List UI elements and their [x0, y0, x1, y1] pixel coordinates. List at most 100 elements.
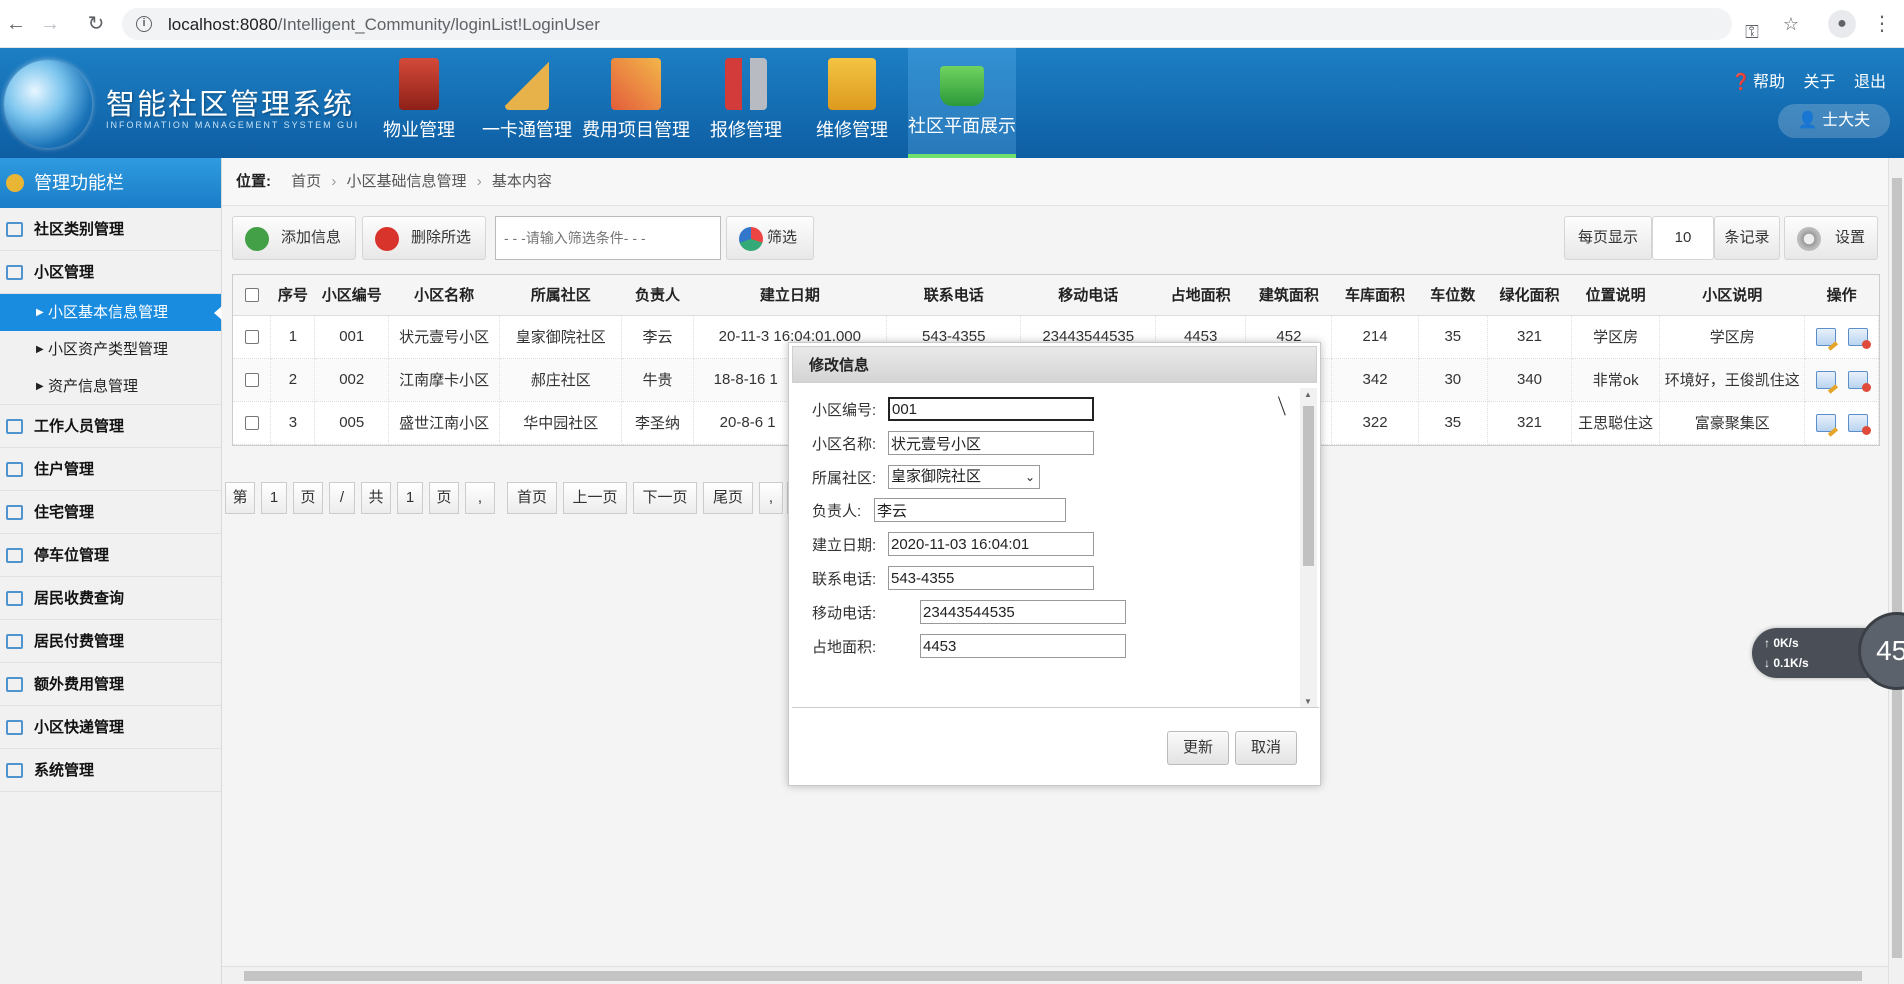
about-link[interactable]: 关于: [1804, 74, 1836, 91]
scrollbar-thumb[interactable]: [1892, 178, 1902, 958]
add-button[interactable]: 添加信息: [232, 216, 356, 260]
estate-name-input[interactable]: [888, 431, 1094, 455]
per-page-input[interactable]: 10: [1652, 216, 1714, 260]
key-icon[interactable]: ⚿: [1740, 20, 1764, 44]
nav-card[interactable]: 一卡通管理: [480, 48, 574, 158]
nav-community-plan[interactable]: 社区平面展示: [908, 48, 1016, 158]
url-path: /Intelligent_Community/loginList!LoginUs…: [277, 15, 600, 34]
site-info-icon[interactable]: i: [136, 16, 152, 32]
community-select[interactable]: 皇家御院社区 ⌄: [888, 465, 1040, 489]
row-checkbox[interactable]: [244, 373, 259, 388]
forward-icon[interactable]: →: [36, 10, 64, 38]
delete-selected-button[interactable]: 删除所选: [362, 216, 486, 260]
pager-text: 第: [225, 482, 255, 514]
nav-fee-items[interactable]: 费用项目管理: [580, 48, 692, 158]
breadcrumb-home[interactable]: 首页: [291, 173, 321, 190]
sidebar-item-extra-fees[interactable]: 额外费用管理: [0, 663, 221, 706]
filter-input[interactable]: [495, 216, 721, 260]
row-checkbox[interactable]: [244, 330, 259, 345]
filter-button[interactable]: 筛选: [726, 216, 814, 260]
nav-property[interactable]: 物业管理: [378, 48, 460, 158]
reload-icon[interactable]: ↻: [82, 10, 110, 38]
records-label: 条记录: [1714, 216, 1780, 260]
sidebar-item-label: 系统管理: [34, 762, 95, 779]
sidebar-item-parking[interactable]: 停车位管理: [0, 534, 221, 577]
settings-button[interactable]: 设置: [1784, 216, 1878, 260]
sidebar-item-staff[interactable]: 工作人员管理: [0, 405, 221, 448]
scroll-up-icon[interactable]: ▲: [1304, 390, 1312, 399]
table-cell: 王思聪住这: [1571, 401, 1661, 445]
user-badge[interactable]: 👤 士大夫: [1778, 104, 1890, 138]
cancel-button[interactable]: 取消: [1235, 731, 1297, 765]
table-cell: 皇家御院社区: [499, 315, 623, 359]
select-all-checkbox[interactable]: [244, 288, 259, 303]
list-icon: [6, 222, 23, 237]
phone-input[interactable]: [888, 566, 1094, 590]
edit-icon[interactable]: [1815, 327, 1836, 346]
profile-avatar-icon[interactable]: ●: [1828, 10, 1856, 38]
row-select-cell: [233, 401, 272, 445]
sidebar-item-fee-query[interactable]: 居民收费查询: [0, 577, 221, 620]
sidebar-item-label: 居民付费管理: [34, 633, 125, 650]
col-header: 绿化面积: [1487, 275, 1572, 316]
row-actions: [1804, 358, 1879, 402]
dialog-scrollbar[interactable]: ▲ ▼: [1300, 388, 1317, 707]
sidebar-item-community-category[interactable]: 社区类别管理: [0, 208, 221, 251]
download-speed-value: 0.1K/s: [1773, 656, 1809, 670]
land-area-input[interactable]: [920, 634, 1126, 658]
sidebar-item-express[interactable]: 小区快递管理: [0, 706, 221, 749]
pager-next-button[interactable]: 下一页: [633, 482, 697, 514]
breadcrumb-section[interactable]: 小区基础信息管理: [347, 173, 467, 190]
edit-icon[interactable]: [1815, 370, 1836, 389]
address-bar[interactable]: i localhost:8080/Intelligent_Community/l…: [122, 8, 1759, 42]
nav-maintenance[interactable]: 维修管理: [812, 48, 892, 158]
col-header: 操作: [1804, 275, 1879, 316]
sidebar-title-label: 管理功能栏: [34, 173, 124, 193]
sidebar-item-payment[interactable]: 居民付费管理: [0, 620, 221, 663]
plus-circle-icon: [245, 227, 269, 251]
row-checkbox[interactable]: [244, 416, 259, 431]
col-header: 建筑面积: [1245, 275, 1332, 316]
nav-repair-report[interactable]: 报修管理: [706, 48, 786, 158]
pager-text: ,: [465, 482, 495, 514]
mobile-input[interactable]: [920, 600, 1126, 624]
sidebar-item-estate-management[interactable]: 小区管理: [0, 251, 221, 294]
book-icon: [399, 58, 439, 110]
update-button[interactable]: 更新: [1167, 731, 1229, 765]
sidebar-item-residents[interactable]: 住户管理: [0, 448, 221, 491]
bookmark-star-icon[interactable]: ☆: [1779, 12, 1803, 36]
calendar-icon: [6, 548, 23, 563]
dialog-title[interactable]: 修改信息: [792, 346, 1317, 383]
table-header-row: 序号 小区编号 小区名称 所属社区 负责人 建立日期 联系电话 移动电话 占地面…: [233, 275, 1879, 316]
pager-first-button[interactable]: 首页: [507, 482, 557, 514]
logout-link[interactable]: 退出: [1854, 74, 1886, 91]
pager-last-button[interactable]: 尾页: [703, 482, 753, 514]
col-header: 联系电话: [886, 275, 1021, 316]
sidebar-subitem-asset-info[interactable]: ▶ 资产信息管理: [0, 368, 221, 405]
nav-label: 报修管理: [710, 120, 782, 140]
established-date-input[interactable]: [888, 532, 1094, 556]
manager-input[interactable]: [874, 498, 1066, 522]
delete-icon[interactable]: [1847, 327, 1871, 349]
sidebar-subitem-estate-basic-info[interactable]: ▶ 小区基本信息管理: [0, 294, 222, 331]
delete-icon[interactable]: [1847, 370, 1871, 392]
scroll-down-icon[interactable]: ▼: [1304, 697, 1312, 706]
scrollbar-thumb[interactable]: [244, 971, 1862, 981]
vertical-scrollbar[interactable]: [1888, 158, 1904, 984]
sidebar-item-housing[interactable]: 住宅管理: [0, 491, 221, 534]
edit-icon[interactable]: [1815, 413, 1836, 432]
pager-text: /: [329, 482, 355, 514]
back-icon[interactable]: ←: [2, 10, 30, 38]
sidebar-subitem-asset-type[interactable]: ▶ 小区资产类型管理: [0, 331, 221, 368]
help-link[interactable]: ❓ 帮助: [1731, 74, 1785, 91]
sidebar-item-system[interactable]: 系统管理: [0, 749, 221, 792]
horizontal-scrollbar[interactable]: [222, 966, 1888, 984]
delete-icon[interactable]: [1847, 413, 1871, 435]
chevron-right-icon: ›: [476, 173, 482, 190]
browser-menu-icon[interactable]: ⋮: [1872, 10, 1892, 38]
sidebar-title[interactable]: 管理功能栏: [0, 158, 221, 208]
scrollbar-thumb[interactable]: [1303, 406, 1314, 566]
pager-prev-button[interactable]: 上一页: [563, 482, 627, 514]
estate-code-input[interactable]: [888, 397, 1094, 421]
toolbar: 添加信息 删除所选 筛选 每页显示 10 条记录 设置: [232, 216, 1880, 264]
